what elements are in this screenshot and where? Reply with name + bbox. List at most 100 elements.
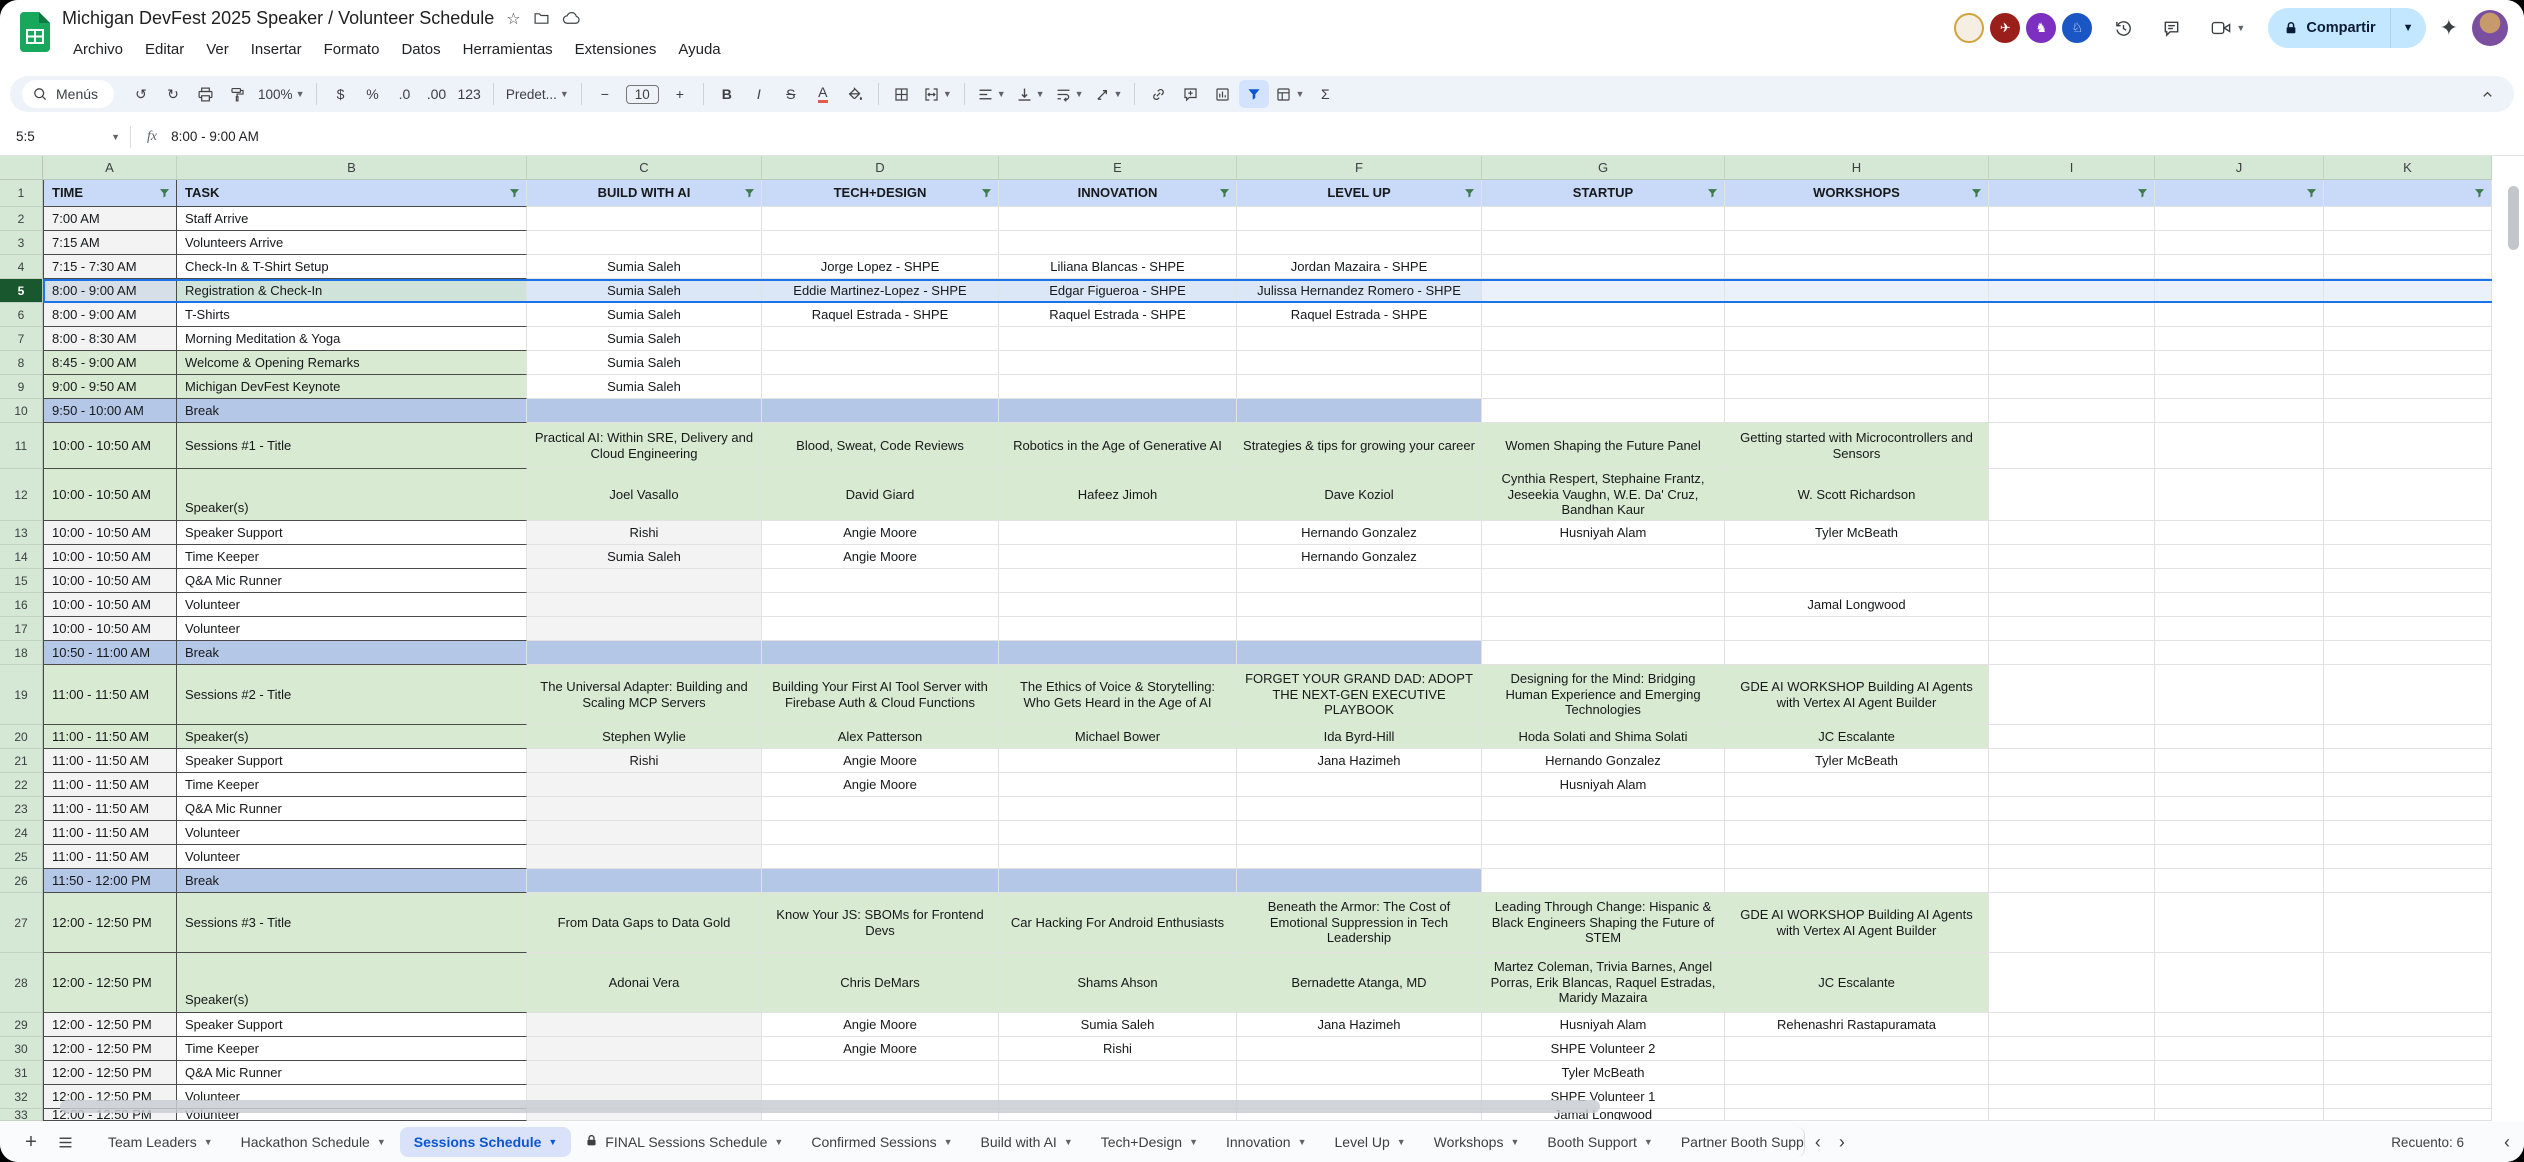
cell-H17[interactable] bbox=[1725, 617, 1989, 641]
cell-E16[interactable] bbox=[999, 593, 1237, 617]
cell-J31[interactable] bbox=[2155, 1061, 2324, 1085]
font-size-input[interactable]: 10 bbox=[622, 80, 663, 108]
cell-C15[interactable] bbox=[527, 569, 762, 593]
cell-D7[interactable] bbox=[762, 327, 999, 351]
italic-button[interactable]: I bbox=[744, 80, 774, 108]
cell-K3[interactable] bbox=[2324, 231, 2492, 255]
cell-I20[interactable] bbox=[1989, 725, 2155, 749]
cell-J9[interactable] bbox=[2155, 375, 2324, 399]
cell-H28[interactable]: JC Escalante bbox=[1725, 953, 1989, 1013]
cell-J14[interactable] bbox=[2155, 545, 2324, 569]
cell-F28[interactable]: Bernadette Atanga, MD bbox=[1237, 953, 1482, 1013]
cell-K30[interactable] bbox=[2324, 1037, 2492, 1061]
cell-J10[interactable] bbox=[2155, 399, 2324, 423]
cell-B7[interactable]: Morning Meditation & Yoga bbox=[177, 327, 527, 351]
column-header-E[interactable]: E bbox=[999, 156, 1237, 180]
cell-H10[interactable] bbox=[1725, 399, 1989, 423]
cell-D8[interactable] bbox=[762, 351, 999, 375]
cell-K29[interactable] bbox=[2324, 1013, 2492, 1037]
cell-H20[interactable]: JC Escalante bbox=[1725, 725, 1989, 749]
cell-K6[interactable] bbox=[2324, 303, 2492, 327]
cell-H32[interactable] bbox=[1725, 1085, 1989, 1109]
share-button[interactable]: Compartir ▼ bbox=[2268, 8, 2425, 48]
row-header-17[interactable]: 17 bbox=[0, 617, 43, 641]
bold-button[interactable]: B bbox=[712, 80, 742, 108]
sheet-tab-final-sessions-schedule[interactable]: FINAL Sessions Schedule▼ bbox=[571, 1127, 797, 1157]
cell-E7[interactable] bbox=[999, 327, 1237, 351]
cell-D18[interactable] bbox=[762, 641, 999, 665]
cell-C22[interactable] bbox=[527, 773, 762, 797]
menu-datos[interactable]: Datos bbox=[392, 38, 449, 61]
selection-count-badge[interactable]: Recuento: 6 bbox=[2391, 1135, 2464, 1150]
cell-G31[interactable]: Tyler McBeath bbox=[1482, 1061, 1725, 1085]
cell-B4[interactable]: Check-In & T-Shirt Setup bbox=[177, 255, 527, 279]
cell-H26[interactable] bbox=[1725, 869, 1989, 893]
sheet-tab-workshops[interactable]: Workshops▼ bbox=[1420, 1127, 1534, 1157]
cell-E12[interactable]: Hafeez Jimoh bbox=[999, 469, 1237, 521]
cell-I33[interactable] bbox=[1989, 1109, 2155, 1121]
cell-E31[interactable] bbox=[999, 1061, 1237, 1085]
cell-A8[interactable]: 8:45 - 9:00 AM bbox=[43, 351, 177, 375]
cell-D17[interactable] bbox=[762, 617, 999, 641]
cell-J17[interactable] bbox=[2155, 617, 2324, 641]
row-header-23[interactable]: 23 bbox=[0, 797, 43, 821]
row-header-6[interactable]: 6 bbox=[0, 303, 43, 327]
cell-C1[interactable]: BUILD WITH AI bbox=[527, 180, 762, 207]
format-percent-button[interactable]: % bbox=[357, 80, 387, 108]
cell-J33[interactable] bbox=[2155, 1109, 2324, 1121]
cell-G27[interactable]: Leading Through Change: Hispanic & Black… bbox=[1482, 893, 1725, 953]
cell-F22[interactable] bbox=[1237, 773, 1482, 797]
cell-G11[interactable]: Women Shaping the Future Panel bbox=[1482, 423, 1725, 469]
cell-B27[interactable]: Sessions #3 - Title bbox=[177, 893, 527, 953]
star-icon[interactable]: ☆ bbox=[506, 9, 520, 29]
cell-C9[interactable]: Sumia Saleh bbox=[527, 375, 762, 399]
cell-K20[interactable] bbox=[2324, 725, 2492, 749]
tab-menu-caret[interactable]: ▼ bbox=[1644, 1137, 1653, 1147]
row-header-32[interactable]: 32 bbox=[0, 1085, 43, 1109]
tab-menu-caret[interactable]: ▼ bbox=[204, 1137, 213, 1147]
cell-K14[interactable] bbox=[2324, 545, 2492, 569]
cell-H31[interactable] bbox=[1725, 1061, 1989, 1085]
cell-E25[interactable] bbox=[999, 845, 1237, 869]
text-rotate-button[interactable]: ▼ bbox=[1090, 80, 1127, 108]
cell-H5[interactable] bbox=[1725, 279, 1989, 303]
cell-B8[interactable]: Welcome & Opening Remarks bbox=[177, 351, 527, 375]
column-header-C[interactable]: C bbox=[527, 156, 762, 180]
filter-funnel-icon[interactable] bbox=[1970, 187, 1983, 200]
cell-G21[interactable]: Hernando Gonzalez bbox=[1482, 749, 1725, 773]
cell-G29[interactable]: Husniyah Alam bbox=[1482, 1013, 1725, 1037]
cell-D2[interactable] bbox=[762, 207, 999, 231]
cell-D25[interactable] bbox=[762, 845, 999, 869]
cell-K23[interactable] bbox=[2324, 797, 2492, 821]
cell-C7[interactable]: Sumia Saleh bbox=[527, 327, 762, 351]
cell-H24[interactable] bbox=[1725, 821, 1989, 845]
column-header-D[interactable]: D bbox=[762, 156, 999, 180]
cell-K28[interactable] bbox=[2324, 953, 2492, 1013]
cell-E17[interactable] bbox=[999, 617, 1237, 641]
cell-A27[interactable]: 12:00 - 12:50 PM bbox=[43, 893, 177, 953]
cell-C26[interactable] bbox=[527, 869, 762, 893]
cell-E11[interactable]: Robotics in the Age of Generative AI bbox=[999, 423, 1237, 469]
cell-C8[interactable]: Sumia Saleh bbox=[527, 351, 762, 375]
cell-H27[interactable]: GDE AI WORKSHOP Building AI Agents with … bbox=[1725, 893, 1989, 953]
row-header-9[interactable]: 9 bbox=[0, 375, 43, 399]
cell-I30[interactable] bbox=[1989, 1037, 2155, 1061]
cell-K17[interactable] bbox=[2324, 617, 2492, 641]
cell-B25[interactable]: Volunteer bbox=[177, 845, 527, 869]
borders-button[interactable] bbox=[887, 80, 917, 108]
tab-menu-caret[interactable]: ▼ bbox=[944, 1137, 953, 1147]
cell-F27[interactable]: Beneath the Armor: The Cost of Emotional… bbox=[1237, 893, 1482, 953]
sheet-tab-innovation[interactable]: Innovation▼ bbox=[1212, 1127, 1321, 1157]
cell-I24[interactable] bbox=[1989, 821, 2155, 845]
zoom-select[interactable]: 100%▼ bbox=[254, 80, 308, 108]
cell-E10[interactable] bbox=[999, 399, 1237, 423]
cell-K27[interactable] bbox=[2324, 893, 2492, 953]
cell-A15[interactable]: 10:00 - 10:50 AM bbox=[43, 569, 177, 593]
cell-C24[interactable] bbox=[527, 821, 762, 845]
row-header-15[interactable]: 15 bbox=[0, 569, 43, 593]
cell-B17[interactable]: Volunteer bbox=[177, 617, 527, 641]
row-header-12[interactable]: 12 bbox=[0, 469, 43, 521]
cell-I17[interactable] bbox=[1989, 617, 2155, 641]
cell-J18[interactable] bbox=[2155, 641, 2324, 665]
row-header-30[interactable]: 30 bbox=[0, 1037, 43, 1061]
